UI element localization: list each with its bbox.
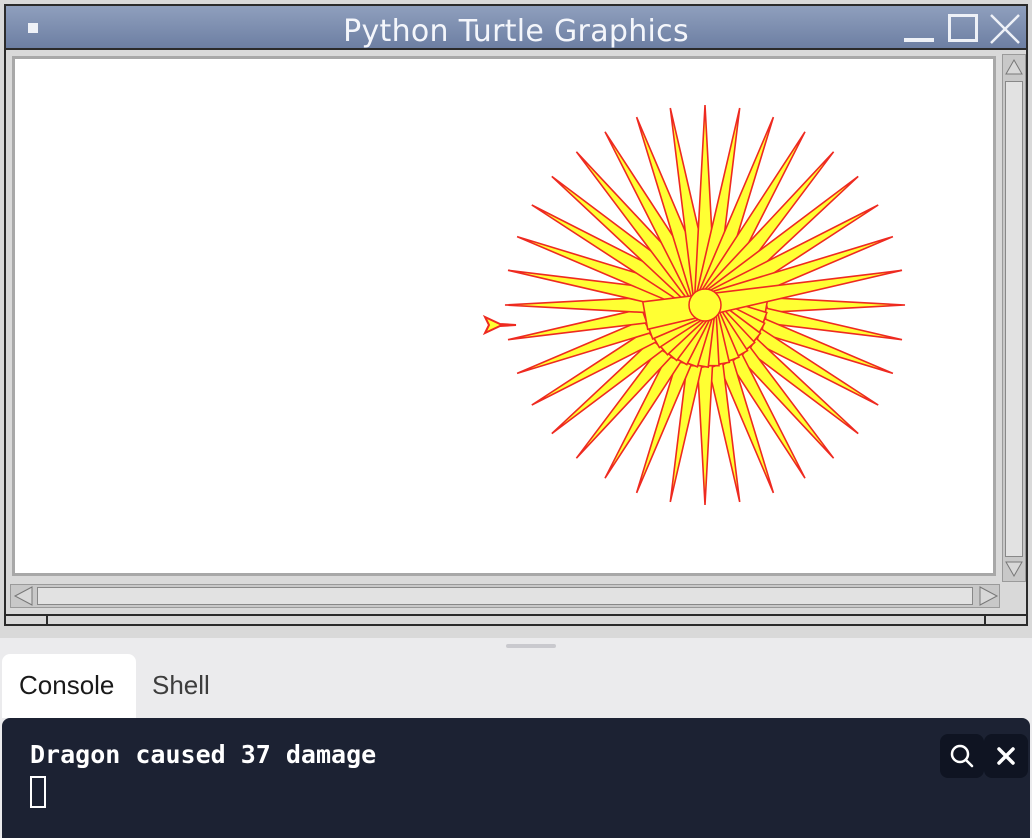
tab-console[interactable]: Console: [2, 654, 136, 718]
window-titlebar[interactable]: Python Turtle Graphics: [4, 4, 1028, 50]
tab-shell[interactable]: Shell: [136, 654, 236, 718]
turtle-cursor-icon: [482, 314, 517, 336]
scroll-down-icon[interactable]: [1004, 558, 1024, 580]
window-bottom-frame: [4, 614, 1028, 626]
search-icon[interactable]: [940, 734, 984, 778]
panel-resize-handle[interactable]: [506, 644, 556, 648]
scroll-left-icon[interactable]: [12, 585, 33, 607]
vertical-scrollbar[interactable]: [1002, 54, 1026, 582]
console-panel[interactable]: Dragon caused 37 damage: [2, 718, 1030, 838]
turtle-window: Python Turtle Graphics: [0, 0, 1032, 638]
close-icon[interactable]: [988, 12, 1022, 46]
scroll-right-icon[interactable]: [978, 585, 999, 607]
window-client-area: [4, 50, 1028, 626]
turtle-canvas[interactable]: [12, 56, 996, 576]
console-output-line: Dragon caused 37 damage: [30, 740, 377, 769]
star-center-dot: [688, 288, 722, 322]
horizontal-scrollbar[interactable]: [10, 584, 1000, 608]
vertical-scroll-thumb[interactable]: [1005, 81, 1023, 557]
turtle-drawing: [482, 104, 906, 506]
minimize-icon[interactable]: [902, 12, 936, 46]
horizontal-scroll-thumb[interactable]: [37, 587, 973, 605]
maximize-icon[interactable]: [946, 12, 980, 46]
scroll-up-icon[interactable]: [1004, 56, 1024, 78]
console-input-cursor[interactable]: [30, 776, 46, 808]
console-close-icon[interactable]: [984, 734, 1028, 778]
window-title: Python Turtle Graphics: [343, 14, 689, 49]
